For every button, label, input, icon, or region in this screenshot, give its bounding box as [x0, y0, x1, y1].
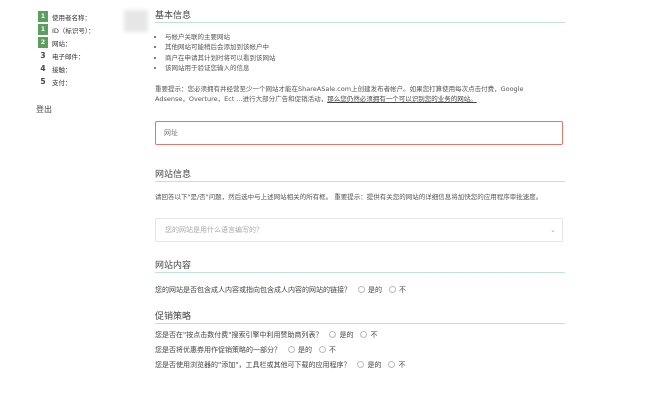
step-username: 1 使用者名称：: [38, 10, 138, 23]
step-number: 4: [40, 64, 46, 73]
redacted-username: [124, 10, 148, 32]
radio-yes[interactable]: [288, 346, 295, 354]
radio-yes[interactable]: [358, 286, 365, 294]
radio-no[interactable]: [319, 346, 326, 354]
website-info-intro: 请回答以下"是/否"问题，然后选中与上述网站相关的所有框。 重要提示：提供有关您…: [155, 193, 543, 202]
radio-yes[interactable]: [329, 331, 337, 339]
radio-yes-label: 是的: [298, 345, 312, 354]
list-item: 商户在申请其计划时将可以看到该网站: [165, 53, 565, 63]
section-title-website-content: 网站内容: [155, 250, 565, 273]
step-email: 3 电子邮件：: [38, 49, 138, 62]
question-text: 您是否将优惠券用作促销策略的一部分？: [155, 345, 281, 354]
step-number: 2: [38, 37, 48, 48]
radio-yes-label: 是的: [339, 330, 354, 339]
coupon-question: 您是否将优惠券用作促销策略的一部分？ 是的 不: [155, 344, 565, 356]
step-number: 1: [38, 11, 48, 22]
language-select-placeholder: 您的网站是用什么语言编写的？: [165, 225, 263, 234]
basic-info-list: 与帐户关联的主要网站 其他网站可能稍后会添加到该帐户中 商户在申请其计划时将可以…: [155, 32, 565, 74]
question-text: 您的网站是否包含成人内容或指向包含成人内容的网站的链接？: [155, 285, 351, 294]
adult-content-question: 您的网站是否包含成人内容或指向包含成人内容的网站的链接？ 是的 不: [155, 284, 565, 296]
list-item: 与帐户关联的主要网站: [165, 32, 565, 42]
step-number: 3: [40, 51, 46, 60]
signup-form: 基本信息 与帐户关联的主要网站 其他网站可能稍后会添加到该帐户中 商户在申请其计…: [155, 0, 565, 371]
step-label: 使用者名称：: [52, 13, 91, 22]
section-title-promotion: 促销策略: [155, 301, 565, 324]
step-payment: 5 支付：: [38, 75, 138, 88]
section-title-website-info: 网站信息: [155, 159, 565, 183]
radio-no[interactable]: [388, 361, 396, 369]
question-text: 您是否在"按点击数付费"搜索引擎中利用赞助商列表？: [155, 330, 323, 339]
notice-underlined-text: 那么您仍然必须拥有一个可以识别您的业务的网站。: [327, 95, 477, 104]
step-label: 电子邮件：: [52, 52, 85, 61]
list-item: 其他网站可能稍后会添加到该帐户中: [165, 42, 565, 52]
step-label: 接触：: [52, 65, 72, 74]
important-notice: 重要提示：您必须拥有并经营至少一个网站才能在ShareASale.com上创建发…: [155, 84, 555, 105]
radio-no[interactable]: [389, 286, 396, 294]
section-title-basic-info: 基本信息: [155, 0, 565, 23]
language-select[interactable]: 您的网站是用什么语言编写的？ ⌄: [155, 217, 563, 242]
radio-yes[interactable]: [357, 361, 365, 369]
step-id: 1 ID（标识号）：: [38, 23, 138, 36]
chevron-down-icon: ⌄: [550, 225, 556, 234]
step-label: ID（标识号）：: [52, 26, 95, 35]
step-number: 5: [40, 77, 46, 86]
step-label: 网站：: [52, 39, 72, 48]
ppc-question: 您是否在"按点击数付费"搜索引擎中利用赞助商列表？ 是的 不: [155, 329, 565, 341]
list-item: 该网站用于验证您输入的信息: [165, 63, 565, 73]
step-contact: 4 接触：: [38, 62, 138, 75]
radio-no-label: 不: [329, 345, 336, 354]
radio-yes-label: 是的: [368, 285, 382, 294]
logout-link[interactable]: 登出: [36, 104, 52, 115]
radio-no-label: 不: [370, 330, 378, 339]
progress-sidebar: 1 使用者名称： 1 ID（标识号）： 2 网站： 3 电子邮件： 4 接触： …: [38, 10, 148, 88]
website-url-input[interactable]: [155, 121, 563, 146]
step-website: 2 网站：: [38, 36, 138, 49]
radio-yes-label: 是的: [367, 360, 382, 369]
radio-no-label: 不: [398, 360, 406, 369]
radio-no[interactable]: [360, 331, 368, 339]
question-text: 您是否使用浏览器的"添加"，工具栏或其他可下载的应用程序？: [155, 360, 351, 369]
step-label: 支付：: [52, 78, 72, 87]
toolbar-question: 您是否使用浏览器的"添加"，工具栏或其他可下载的应用程序？ 是的 不: [155, 359, 565, 371]
radio-no-label: 不: [399, 285, 406, 294]
step-number: 1: [38, 24, 48, 35]
